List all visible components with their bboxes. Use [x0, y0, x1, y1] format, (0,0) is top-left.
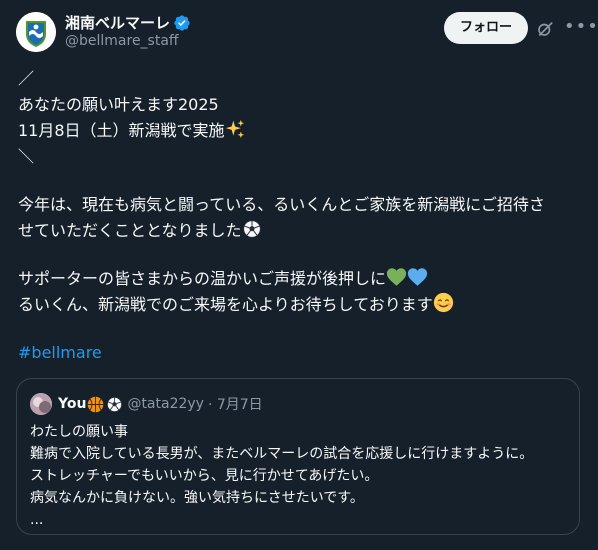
smiling-face-icon — [433, 292, 453, 313]
display-name[interactable]: 湘南ベルマーレ — [65, 12, 170, 33]
avatar[interactable] — [16, 12, 56, 52]
green-heart-icon — [386, 268, 407, 286]
grok-icon[interactable] — [536, 20, 554, 38]
quoted-post[interactable]: You @tata22yy · 7月7日 わたしの願い事 難病で入院している長男… — [16, 378, 580, 535]
blue-heart-icon — [407, 268, 428, 286]
post-line-text: るいくん、新潟戦でのご来場を心よりお待ちしております — [18, 295, 433, 314]
user-photo-icon — [30, 393, 52, 415]
post-line: あなたの願い叶えます2025 — [18, 95, 219, 114]
post-line: サポーターの皆さまからの温かいご声援が後押しに — [18, 266, 583, 292]
verified-badge-icon — [174, 14, 190, 31]
quoted-avatar[interactable] — [30, 393, 52, 415]
sparkles-icon — [225, 119, 244, 139]
post-line: 11月8日（土）新潟戦で実施 — [18, 118, 583, 144]
quoted-line: ... — [30, 512, 44, 528]
hashtag-link[interactable]: #bellmare — [18, 340, 583, 366]
quoted-display-name[interactable]: You — [58, 396, 86, 412]
soccer-ball-icon — [242, 220, 261, 238]
post-text: ／ あなたの願い叶えます2025 11月8日（土）新潟戦で実施 ＼ 今年は、現在… — [18, 66, 583, 366]
more-options-icon[interactable]: ••• — [564, 18, 598, 38]
post-line: 今年は、現在も病気と闘っている、るいくんとご家族を新潟戦にご招待さ — [18, 195, 545, 214]
post-line: るいくん、新潟戦でのご来場を心よりお待ちしております — [18, 292, 583, 318]
post-line-text: サポーターの皆さまからの温かいご声援が後押しに — [18, 269, 387, 288]
post-line-text: 11月8日（土）新潟戦で実施 — [18, 121, 225, 140]
post-line: ＼ — [18, 147, 35, 166]
quoted-line: ストレッチャーでもいいから、見に行かせてあげたい。 — [30, 468, 379, 484]
basketball-icon — [88, 396, 104, 412]
quoted-line: わたしの願い事 — [30, 424, 128, 440]
quoted-line: 病気なんかに負けない。強い気持ちにさせたいです。 — [30, 490, 364, 506]
post-line-text: せていただくこととなりました — [18, 221, 242, 240]
quoted-line: 難病で入院している長男が、またベルマーレの試合を応援しに行けますように。 — [30, 446, 534, 462]
follow-button[interactable]: フォロー — [443, 12, 528, 44]
quoted-text: わたしの願い事 難病で入院している長男が、またベルマーレの試合を応援しに行けます… — [30, 421, 575, 531]
quoted-handle[interactable]: @tata22yy — [127, 396, 204, 412]
quoted-date[interactable]: · 7月7日 — [208, 394, 263, 414]
handle[interactable]: @bellmare_staff — [65, 33, 179, 49]
post-line: ／ — [18, 69, 35, 88]
post-header: 湘南ベルマーレ @bellmare_staff フォロー ••• — [16, 10, 598, 56]
soccer-ball-icon — [107, 396, 123, 412]
bellmare-logo-icon — [16, 12, 56, 52]
post-line: せていただくこととなりました — [18, 218, 583, 244]
